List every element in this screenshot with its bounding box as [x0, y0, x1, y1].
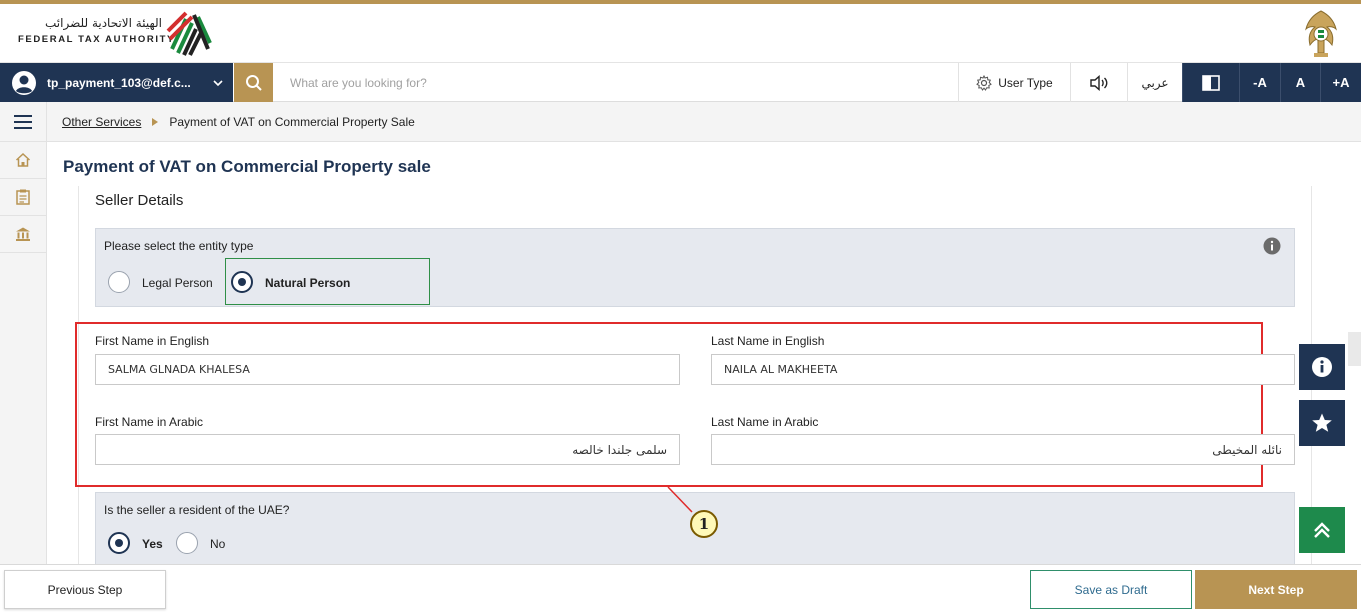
breadcrumb-arrow-icon	[152, 117, 159, 126]
user-menu[interactable]: tp_payment_103@def.c...	[0, 63, 233, 102]
rail-home[interactable]	[0, 142, 46, 179]
brand-name-arabic: الهيئة الاتحادية للضرائب	[45, 16, 162, 30]
entity-type-label: Please select the entity type	[104, 239, 254, 253]
brand-name-english: FEDERAL TAX AUTHORITY	[18, 34, 175, 45]
first-name-english-input[interactable]	[95, 354, 680, 385]
save-as-draft-button[interactable]: Save as Draft	[1030, 570, 1192, 609]
radio-legal-person-label: Legal Person	[142, 276, 213, 290]
first-name-english-label: First Name in English	[95, 334, 210, 348]
site-header: الهيئة الاتحادية للضرائب FEDERAL TAX AUT…	[0, 4, 1361, 63]
contrast-toggle[interactable]	[1182, 63, 1239, 102]
breadcrumb-current: Payment of VAT on Commercial Property Sa…	[169, 114, 415, 129]
rail-tasks[interactable]	[0, 179, 46, 216]
floating-info-button[interactable]	[1299, 344, 1345, 390]
user-type-label: User Type	[998, 75, 1053, 90]
text-to-speech-button[interactable]	[1070, 63, 1127, 102]
clipboard-icon	[16, 189, 30, 205]
language-toggle[interactable]: عربي	[1127, 63, 1182, 102]
top-toolbar: tp_payment_103@def.c... User Type عربي -…	[0, 63, 1361, 102]
font-normal-button[interactable]: A	[1280, 63, 1320, 102]
resident-question: Is the seller a resident of the UAE?	[104, 503, 290, 517]
radio-resident-no[interactable]	[176, 532, 198, 554]
previous-step-button[interactable]: Previous Step	[4, 570, 166, 609]
search-button[interactable]	[234, 63, 273, 102]
gear-icon	[976, 74, 993, 91]
last-name-arabic-input[interactable]	[711, 434, 1295, 465]
wizard-footer: Previous Step Save as Draft Next Step	[0, 564, 1361, 615]
font-increase-button[interactable]: +A	[1320, 63, 1361, 102]
radio-resident-no-label: No	[210, 537, 226, 551]
page-title: Payment of VAT on Commercial Property sa…	[63, 157, 431, 176]
double-chevron-up-icon	[1314, 522, 1330, 538]
home-icon	[15, 152, 31, 167]
contrast-icon	[1202, 74, 1220, 91]
user-avatar-icon	[12, 70, 36, 95]
search-input[interactable]	[280, 70, 880, 96]
last-name-english-label: Last Name in English	[711, 334, 825, 348]
fta-logo-icon[interactable]	[164, 9, 214, 59]
radio-natural-person-label: Natural Person	[265, 276, 351, 290]
uae-emblem-icon	[1305, 10, 1337, 57]
breadcrumb-link-other-services[interactable]: Other Services	[62, 115, 141, 129]
radio-resident-yes[interactable]	[108, 532, 130, 554]
scrollbar[interactable]	[1348, 332, 1361, 366]
next-step-button[interactable]: Next Step	[1195, 570, 1357, 609]
callout-badge: 1	[690, 510, 718, 538]
star-icon	[1312, 413, 1332, 432]
section-title: Seller Details	[95, 192, 184, 209]
radio-resident-yes-label: Yes	[142, 537, 163, 551]
info-icon[interactable]	[1263, 237, 1281, 255]
hamburger-icon	[14, 114, 32, 129]
chevron-down-icon	[213, 79, 223, 86]
floating-favourite-button[interactable]	[1299, 400, 1345, 446]
radio-legal-person[interactable]	[108, 271, 130, 293]
font-decrease-button[interactable]: -A	[1239, 63, 1280, 102]
first-name-arabic-input[interactable]	[95, 434, 680, 465]
search-icon	[245, 74, 262, 91]
last-name-english-input[interactable]	[711, 354, 1295, 385]
speaker-icon	[1090, 74, 1108, 91]
breadcrumb: Other Services Payment of VAT on Commerc…	[47, 102, 1361, 142]
last-name-arabic-label: Last Name in Arabic	[711, 415, 819, 429]
scroll-to-top-button[interactable]	[1299, 507, 1345, 553]
info-circle-icon	[1312, 357, 1332, 377]
menu-toggle[interactable]	[0, 102, 46, 142]
first-name-arabic-label: First Name in Arabic	[95, 415, 204, 429]
bank-icon	[16, 227, 30, 241]
radio-natural-person[interactable]	[231, 271, 253, 293]
side-rail	[0, 102, 47, 564]
user-email: tp_payment_103@def.c...	[47, 75, 191, 90]
rail-services[interactable]	[0, 216, 46, 253]
user-type-button[interactable]: User Type	[958, 63, 1070, 102]
